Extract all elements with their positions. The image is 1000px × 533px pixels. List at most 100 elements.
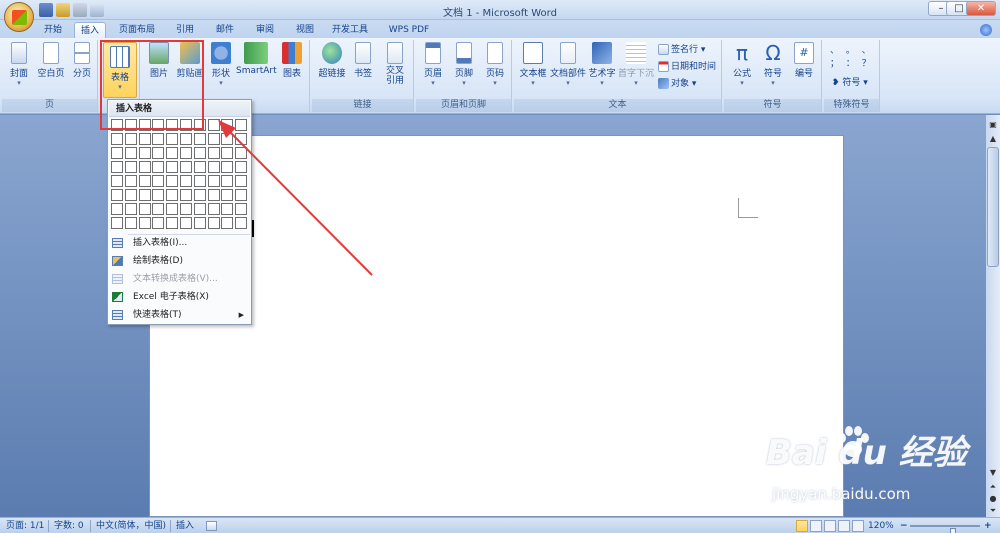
table-grid-cell[interactable] [152, 175, 165, 187]
scroll-thumb[interactable] [987, 147, 999, 267]
shapes-button[interactable]: 形状 ▾ [208, 42, 234, 87]
table-grid-cell[interactable] [138, 203, 151, 215]
table-grid-cell[interactable] [207, 217, 220, 229]
table-grid-cell[interactable] [221, 189, 234, 201]
menu-item-convert-text-to-table[interactable]: 文本转换成表格(V)... [109, 270, 250, 288]
outline-view-icon[interactable] [838, 520, 850, 532]
table-grid-cell[interactable] [152, 203, 165, 215]
table-grid-cell[interactable] [207, 147, 220, 159]
table-grid-cell[interactable] [166, 175, 179, 187]
zoom-level[interactable]: 120% [868, 520, 894, 532]
menu-item-quick-tables[interactable]: 快速表格(T) ▶ [109, 306, 250, 324]
status-insert-mode[interactable]: 插入 [176, 520, 194, 532]
tab-home[interactable]: 开始 [36, 22, 70, 38]
table-grid-cell[interactable] [138, 217, 151, 229]
table-grid-cell[interactable] [111, 133, 123, 145]
special-chars-palette[interactable]: 、 。 、 ； ： ？ [830, 45, 874, 73]
next-page-icon[interactable]: ⏷ [987, 505, 999, 517]
status-word-count[interactable]: 字数: 0 [54, 520, 84, 532]
table-grid-cell[interactable] [124, 175, 137, 187]
table-grid-cell[interactable] [180, 189, 192, 201]
table-grid-cell[interactable] [221, 119, 234, 131]
special-symbol-button[interactable]: ❥ 符号 ▾ [832, 76, 868, 90]
table-grid-cell[interactable] [111, 203, 123, 215]
table-grid-cell[interactable] [193, 119, 206, 131]
chart-button[interactable]: 图表 [278, 42, 306, 79]
close-button[interactable]: ✕ [966, 1, 996, 16]
help-icon[interactable] [980, 24, 992, 36]
menu-item-draw-table[interactable]: 绘制表格(D) [109, 252, 250, 270]
status-page[interactable]: 页面: 1/1 [6, 520, 44, 532]
office-button[interactable] [4, 2, 34, 32]
print-layout-view-icon[interactable] [796, 520, 808, 532]
table-grid-cell[interactable] [180, 119, 192, 131]
zoom-slider[interactable] [910, 525, 980, 533]
table-grid-cell[interactable] [111, 147, 123, 159]
scroll-up-arrow[interactable]: ▲ [987, 133, 999, 145]
equation-button[interactable]: π 公式 ▾ [728, 42, 756, 87]
table-grid-cell[interactable] [180, 217, 192, 229]
table-grid-cell[interactable] [180, 147, 192, 159]
table-grid-cell[interactable] [207, 203, 220, 215]
table-grid-cell[interactable] [221, 175, 234, 187]
tab-wps-pdf[interactable]: WPS PDF [382, 22, 436, 38]
table-grid-cell[interactable] [111, 119, 123, 131]
table-grid-cell[interactable] [193, 217, 206, 229]
scroll-down-arrow[interactable]: ▼ [987, 467, 999, 479]
document-page[interactable] [149, 135, 844, 517]
table-grid-cell[interactable] [152, 133, 165, 145]
page-number-button[interactable]: 页码 ▾ [481, 42, 509, 87]
table-grid-cell[interactable] [124, 189, 137, 201]
table-grid-cell[interactable] [207, 189, 220, 201]
header-button[interactable]: 页眉 ▾ [419, 42, 447, 87]
signature-line-button[interactable]: 签名行 ▾ [658, 43, 705, 57]
menu-item-insert-table[interactable]: 插入表格(I)... [109, 234, 250, 252]
table-grid-cell[interactable] [166, 119, 179, 131]
tab-mailings[interactable]: 邮件 [208, 22, 242, 38]
browse-object-icon[interactable]: ● [987, 493, 999, 505]
table-grid-cell[interactable] [193, 189, 206, 201]
table-grid-cell[interactable] [221, 147, 234, 159]
zoom-slider-knob[interactable] [950, 528, 956, 533]
tab-developer[interactable]: 开发工具 [326, 22, 374, 38]
tab-view[interactable]: 视图 [288, 22, 322, 38]
table-grid-cell[interactable] [111, 217, 123, 229]
full-screen-reading-view-icon[interactable] [810, 520, 822, 532]
date-time-button[interactable]: 日期和时间 [658, 60, 716, 74]
table-grid-cell[interactable] [111, 175, 123, 187]
cover-page-button[interactable]: 封面 ▾ [6, 42, 32, 87]
table-grid-cell[interactable] [166, 217, 179, 229]
status-language[interactable]: 中文(简体，中国) [96, 520, 166, 532]
menu-item-excel-spreadsheet[interactable]: Excel 电子表格(X) [109, 288, 250, 306]
table-grid-cell[interactable] [235, 217, 248, 229]
symbol-button[interactable]: Ω 符号 ▾ [759, 42, 787, 87]
wordart-button[interactable]: 艺术字 ▾ [587, 42, 617, 87]
table-grid-cell[interactable] [166, 203, 179, 215]
bookmark-button[interactable]: 书签 [350, 42, 376, 79]
table-grid-cell[interactable] [207, 175, 220, 187]
table-grid-cell[interactable] [235, 161, 248, 173]
table-grid-cell[interactable] [180, 133, 192, 145]
table-grid-cell[interactable] [235, 133, 248, 145]
table-grid-cell[interactable] [193, 203, 206, 215]
table-grid-cell[interactable] [235, 189, 248, 201]
table-grid-cell[interactable] [138, 189, 151, 201]
tab-review[interactable]: 审阅 [248, 22, 282, 38]
draft-view-icon[interactable] [852, 520, 864, 532]
table-grid-cell[interactable] [207, 161, 220, 173]
table-grid-cell[interactable] [138, 175, 151, 187]
table-button[interactable]: 表格 ▾ [103, 42, 137, 98]
table-grid-cell[interactable] [138, 119, 151, 131]
table-grid-cell[interactable] [138, 133, 151, 145]
tab-insert[interactable]: 插入 [74, 22, 106, 38]
smartart-button[interactable]: SmartArt [236, 42, 277, 76]
table-grid-cell[interactable] [124, 217, 137, 229]
table-grid-cell[interactable] [193, 147, 206, 159]
table-grid-cell[interactable] [180, 161, 192, 173]
table-grid-cell[interactable] [166, 133, 179, 145]
table-grid-cell[interactable] [152, 189, 165, 201]
table-grid-cell[interactable] [124, 161, 137, 173]
table-grid-cell[interactable] [221, 133, 234, 145]
table-grid-cell[interactable] [221, 217, 234, 229]
table-grid-cell[interactable] [221, 161, 234, 173]
